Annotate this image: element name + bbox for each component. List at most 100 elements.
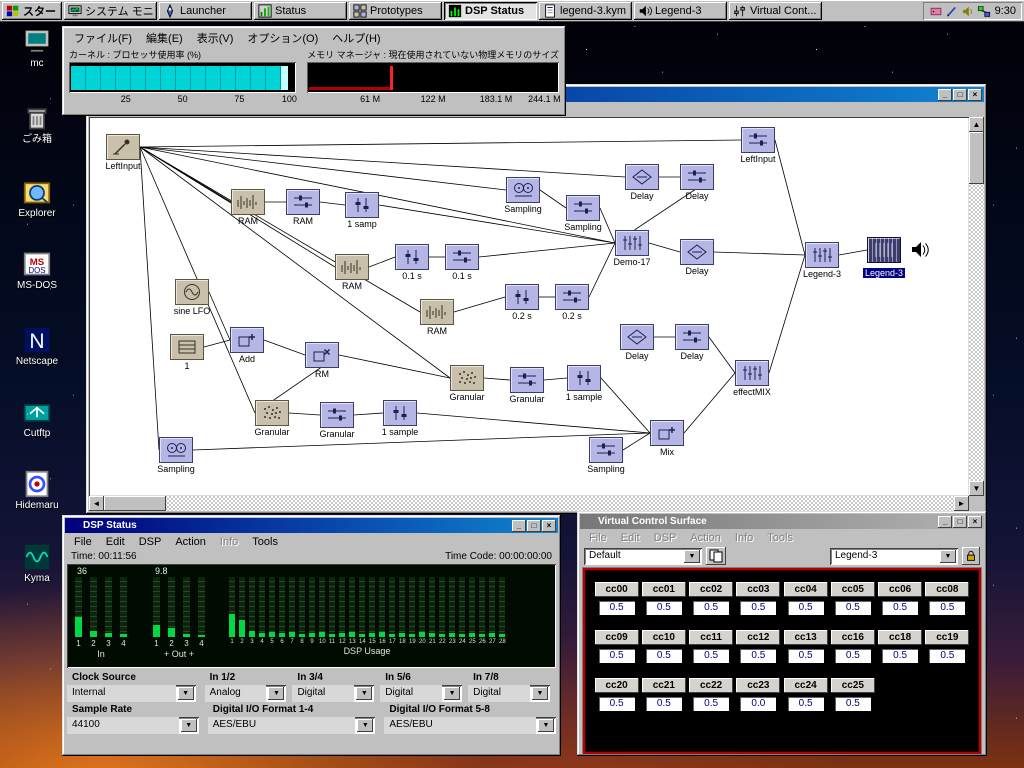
cc-value-field[interactable]: 0.5 [882, 649, 919, 663]
cc-value-field[interactable]: 0.5 [834, 601, 871, 615]
cc-value-field[interactable]: 0.5 [740, 601, 777, 615]
close-button[interactable]: × [968, 88, 982, 101]
node-demo-17[interactable]: Demo-17 [605, 230, 659, 267]
menu-item-edit[interactable]: Edit [614, 531, 647, 545]
desktop-icon-hidemaru[interactable]: Hidemaru [8, 470, 66, 511]
node-leftinput[interactable]: LeftInput [731, 127, 785, 164]
node-ram[interactable]: RAM [410, 299, 464, 336]
taskbar-button-prototypes[interactable]: Prototypes [349, 2, 442, 20]
maximize-button[interactable]: □ [527, 519, 541, 532]
horizontal-scroll-thumb[interactable] [104, 496, 166, 511]
cc-value-field[interactable]: 0.5 [834, 649, 871, 663]
node-1-sample[interactable]: 1 sample [557, 365, 611, 402]
menu-item--f-[interactable]: ファイル(F) [67, 29, 139, 47]
cc-value-field[interactable]: 0.5 [693, 649, 730, 663]
desktop-icon--[interactable]: ごみ箱 [8, 104, 66, 145]
node-add[interactable]: Add [220, 327, 274, 364]
cc-label-button[interactable]: cc18 [878, 630, 923, 645]
cc-label-button[interactable]: cc25 [830, 678, 875, 693]
node-delay[interactable]: Delay [670, 239, 724, 276]
node-mix[interactable]: Mix [640, 420, 694, 457]
dio14-select[interactable]: AES/EBU ▼ [207, 717, 376, 734]
cc-label-button[interactable]: cc06 [878, 582, 923, 597]
menu-item-file[interactable]: File [67, 535, 99, 549]
cc-label-button[interactable]: cc08 [925, 582, 970, 597]
node-delay[interactable]: Delay [670, 164, 724, 201]
cc-value-field[interactable]: 0.5 [645, 697, 682, 711]
in34-select[interactable]: Digital ▼ [292, 685, 375, 702]
cc-label-button[interactable]: cc19 [925, 630, 970, 645]
cc-value-field[interactable]: 0.5 [598, 649, 635, 663]
menu-item-edit[interactable]: Edit [99, 535, 132, 549]
cc-label-button[interactable]: cc13 [783, 630, 828, 645]
taskbar-button-legend-3-kym[interactable]: legend-3.kym [539, 2, 632, 20]
cc-label-button[interactable]: cc20 [594, 678, 639, 693]
node-granular[interactable]: Granular [440, 365, 494, 402]
close-button[interactable]: × [542, 519, 556, 532]
clock-source-select[interactable]: Internal ▼ [67, 685, 196, 702]
cc-value-field[interactable]: 0.5 [598, 601, 635, 615]
maximize-button[interactable]: □ [953, 88, 967, 101]
menu-item-tools[interactable]: Tools [245, 535, 285, 549]
desktop-icon-netscape[interactable]: N Netscape [8, 326, 66, 367]
node-leftinput[interactable]: LeftInput [96, 134, 150, 171]
desktop-icon-explorer[interactable]: Explorer [8, 178, 66, 219]
node-0-2-s[interactable]: 0.2 s [495, 284, 549, 321]
in56-select[interactable]: Digital ▼ [380, 685, 463, 702]
node-ram[interactable]: RAM [221, 189, 275, 226]
cc-label-button[interactable]: cc03 [736, 582, 781, 597]
minimize-button[interactable]: _ [938, 515, 952, 528]
network-icon[interactable] [977, 5, 991, 18]
cc-value-field[interactable]: 0.5 [787, 697, 824, 711]
menu-item-action[interactable]: Action [168, 535, 213, 549]
cc-value-field[interactable]: 0.0 [740, 697, 777, 711]
cc-label-button[interactable]: cc16 [830, 630, 875, 645]
menu-item-tools[interactable]: Tools [760, 531, 800, 545]
desktop-icon-mc[interactable]: mc [8, 28, 66, 69]
taskbar-button-legend-3[interactable]: Legend-3 [634, 2, 727, 20]
sample-rate-select[interactable]: 44100 ▼ [67, 717, 199, 734]
node-ram[interactable]: RAM [325, 254, 379, 291]
cc-label-button[interactable]: cc01 [641, 582, 686, 597]
volume-icon[interactable] [961, 5, 975, 18]
close-button[interactable]: × [968, 515, 982, 528]
cc-label-button[interactable]: cc12 [736, 630, 781, 645]
taskbar-button-status[interactable]: Status [254, 2, 347, 20]
pen-icon[interactable] [945, 5, 959, 18]
menu-item-info[interactable]: Info [728, 531, 760, 545]
lock-button[interactable] [962, 547, 980, 565]
scroll-down-button[interactable]: ▼ [969, 481, 984, 496]
cc-value-field[interactable]: 0.5 [787, 601, 824, 615]
cc-value-field[interactable]: 0.5 [834, 697, 871, 711]
node-delay[interactable]: Delay [665, 324, 719, 361]
dsp-status-titlebar[interactable]: DSP Status _ □ × [65, 518, 558, 533]
cc-label-button[interactable]: cc05 [830, 582, 875, 597]
node-0-1-s[interactable]: 0.1 s [435, 244, 489, 281]
preset-select[interactable]: Default ▼ [584, 547, 702, 565]
cc-value-field[interactable]: 0.5 [929, 601, 966, 615]
cc-label-button[interactable]: cc09 [594, 630, 639, 645]
in12-select[interactable]: Analog ▼ [204, 685, 287, 702]
in78-select[interactable]: Digital ▼ [468, 685, 550, 702]
cc-value-field[interactable]: 0.5 [693, 601, 730, 615]
cc-label-button[interactable]: cc21 [641, 678, 686, 693]
desktop-icon-cutftp[interactable]: Cutftp [8, 398, 66, 439]
cc-value-field[interactable]: 0.5 [693, 697, 730, 711]
sound-select[interactable]: Legend-3 ▼ [830, 547, 958, 565]
node-delay[interactable]: Delay [610, 324, 664, 361]
cc-label-button[interactable]: cc24 [783, 678, 828, 693]
node-1-samp[interactable]: 1 samp [335, 192, 389, 229]
node-legend-3[interactable]: Legend-3 [795, 242, 849, 279]
node-sine-lfo[interactable]: sine LFO [165, 279, 219, 316]
cc-value-field[interactable]: 0.5 [598, 697, 635, 711]
menu-item--e-[interactable]: 編集(E) [139, 29, 190, 47]
menu-item-file[interactable]: File [582, 531, 614, 545]
menu-item-action[interactable]: Action [683, 531, 728, 545]
menu-item-dsp[interactable]: DSP [647, 531, 684, 545]
signal-flow-canvas[interactable]: LeftInput RAM RAM 1 samp Sampling Sampling Del… [89, 117, 969, 496]
cc-label-button[interactable]: cc04 [783, 582, 828, 597]
cc-label-button[interactable]: cc23 [736, 678, 781, 693]
menu-item--h-[interactable]: ヘルプ(H) [325, 29, 387, 47]
desktop-icon-kyma[interactable]: Kyma [8, 543, 66, 584]
node-rm[interactable]: RM [295, 342, 349, 379]
